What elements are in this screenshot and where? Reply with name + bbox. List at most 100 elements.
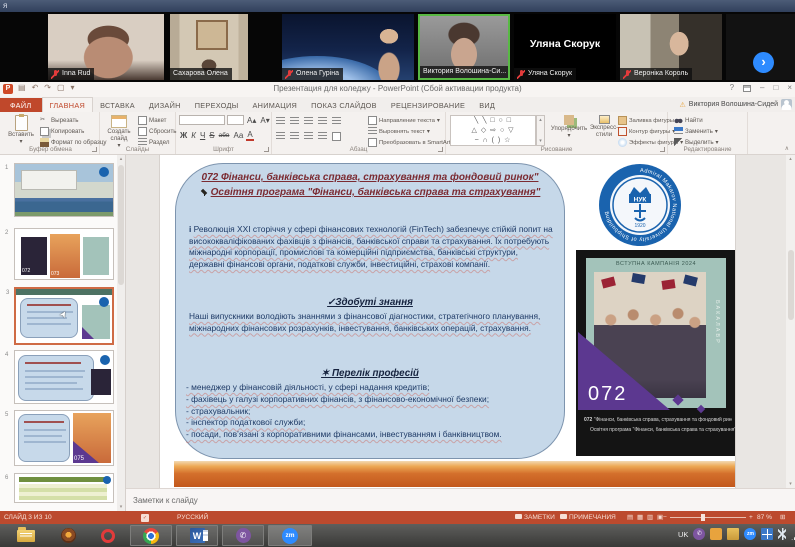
slide-thumbnail-4[interactable]: 4	[14, 350, 114, 404]
strikethrough-button[interactable]: S	[208, 131, 215, 140]
tab-insert[interactable]: ВСТАВКА	[93, 98, 142, 112]
font-color-button[interactable]: А	[246, 130, 253, 141]
ribbon-display-options-button[interactable]	[743, 85, 751, 92]
network-signal-icon[interactable]	[791, 528, 795, 540]
shrink-font-button[interactable]: А▾	[259, 116, 270, 125]
quick-styles-button[interactable]: Экспресс-стили	[588, 115, 620, 138]
language-indicator[interactable]: UK	[678, 530, 688, 539]
thumbnail-scrollbar[interactable]: ▴ ▾	[117, 155, 125, 511]
scroll-up-icon[interactable]: ▴	[117, 156, 125, 162]
reset-button[interactable]: Сбросить	[138, 127, 177, 136]
spell-check-icon[interactable]: ✓	[141, 514, 149, 522]
align-left-button[interactable]	[276, 132, 285, 141]
notes-pane[interactable]: Заметки к слайду	[126, 488, 795, 511]
align-text-button[interactable]: Выровнять текст▾	[368, 127, 430, 136]
next-participants-button[interactable]: ›	[753, 52, 774, 73]
dialog-launcher-icon[interactable]	[438, 147, 443, 152]
scrollbar-thumb[interactable]	[118, 165, 124, 285]
copy-button[interactable]: Копировать	[40, 127, 84, 136]
tab-animations[interactable]: АНИМАЦИЯ	[245, 98, 304, 112]
slide-thumbnail-6[interactable]: 6	[14, 473, 114, 503]
arrange-button[interactable]: Упорядочить ▾	[550, 115, 588, 139]
numbering-button[interactable]	[290, 117, 299, 126]
participant-tile[interactable]: Inna Rud	[48, 14, 164, 80]
taskbar-explorer-button[interactable]	[6, 525, 46, 546]
text-direction-button[interactable]: Направление текста▾	[368, 116, 440, 125]
font-name-input[interactable]	[179, 115, 225, 125]
tray-viber-icon[interactable]: ✆	[693, 528, 705, 540]
cut-button[interactable]: ✂Вырезать	[40, 116, 79, 125]
shapes-gallery[interactable]: ╲ ╲ □ ○ □ △ ◇ ⇨ ○ ▽ ~ ∩ ( ) ☆	[450, 115, 536, 146]
bold-button[interactable]: Ж	[179, 131, 188, 140]
dialog-launcher-icon[interactable]	[660, 147, 665, 152]
dialog-launcher-icon[interactable]	[264, 147, 269, 152]
main-vertical-scrollbar[interactable]: ▴ ▾	[786, 155, 795, 488]
abc-strike-button[interactable]: абв	[218, 132, 231, 139]
notes-toggle-button[interactable]: ЗАМЕТКИ	[515, 511, 555, 524]
bluetooth-icon[interactable]	[778, 528, 786, 540]
scroll-down-icon[interactable]: ▾	[117, 504, 125, 510]
grow-font-button[interactable]: А▴	[246, 116, 257, 125]
paste-button[interactable]: Вставить ▾	[6, 115, 36, 145]
view-reading-button[interactable]: ▥	[647, 511, 653, 524]
taskbar-image-viewer-button[interactable]	[50, 525, 86, 546]
font-size-input[interactable]	[227, 115, 244, 125]
tray-folder-icon[interactable]	[727, 528, 739, 540]
view-slide-sorter-button[interactable]: ▦	[637, 511, 643, 524]
dialog-launcher-icon[interactable]	[92, 147, 97, 152]
find-button[interactable]: Найти	[674, 116, 703, 125]
zoom-out-button[interactable]: −	[663, 511, 667, 524]
align-right-button[interactable]	[304, 132, 313, 141]
tab-review[interactable]: РЕЦЕНЗИРОВАНИЕ	[384, 98, 472, 112]
zoom-slider-track[interactable]	[670, 517, 746, 518]
tab-home[interactable]: ГЛАВНАЯ	[42, 97, 94, 112]
tab-view[interactable]: ВИД	[472, 98, 502, 112]
slide-thumbnail-2[interactable]: 2 072 073	[14, 228, 114, 280]
taskbar-chrome-button[interactable]	[130, 525, 172, 546]
replace-button[interactable]: Заменить▾	[674, 127, 718, 136]
help-button[interactable]: ?	[730, 83, 734, 92]
tray-zoom-icon[interactable]: zm	[744, 528, 756, 540]
bullets-button[interactable]	[276, 117, 285, 126]
participant-tile[interactable]: Олена Гуріна	[282, 14, 414, 80]
taskbar-opera-button[interactable]	[90, 525, 126, 546]
underline-button[interactable]: Ч	[199, 131, 206, 140]
scroll-up-icon[interactable]: ▴	[786, 156, 795, 162]
layout-button[interactable]: Макет	[138, 116, 167, 125]
tab-transitions[interactable]: ПЕРЕХОДЫ	[188, 98, 246, 112]
tray-orange-icon[interactable]	[710, 528, 722, 540]
participant-tile[interactable]: Уляна Скорук Уляна Скорук	[514, 14, 616, 80]
tab-slideshow[interactable]: ПОКАЗ СЛАЙДОВ	[304, 98, 384, 112]
shapes-gallery-scroll[interactable]: ▴ ▾	[536, 115, 545, 146]
zoom-slider-thumb[interactable]	[701, 514, 705, 521]
new-slide-button[interactable]: Создать слайд ▾	[102, 115, 136, 149]
scroll-down-icon[interactable]: ▾	[786, 481, 795, 487]
participant-tile[interactable]: Вероніка Король	[620, 14, 722, 80]
participant-tile[interactable]: Сахарова Олена	[170, 14, 248, 80]
taskbar-viber-button[interactable]: ✆	[222, 525, 264, 546]
zoom-in-button[interactable]: +	[749, 511, 753, 524]
minimize-button[interactable]: –	[760, 83, 764, 92]
scrollbar-thumb[interactable]	[788, 250, 794, 320]
comments-toggle-button[interactable]: ПРИМЕЧАНИЯ	[560, 511, 616, 524]
line-spacing-button[interactable]	[332, 117, 341, 126]
decrease-indent-button[interactable]	[304, 117, 313, 126]
align-center-button[interactable]	[290, 132, 299, 141]
participant-tile-active-speaker[interactable]: Виктория Волошина-Си...	[418, 14, 510, 80]
italic-button[interactable]: К	[190, 131, 197, 140]
account-area[interactable]: ⚠ Виктория Волошина-Сидей	[680, 99, 793, 110]
slide-thumbnail-1[interactable]: 1	[14, 163, 114, 217]
increase-indent-button[interactable]	[318, 117, 327, 126]
columns-button[interactable]	[332, 132, 341, 141]
collapse-ribbon-button[interactable]: ∧	[785, 145, 789, 152]
tray-grid-icon[interactable]	[761, 528, 773, 540]
zoom-level[interactable]: 87 %	[757, 511, 772, 524]
maximize-button[interactable]: □	[773, 83, 778, 92]
justify-button[interactable]	[318, 132, 327, 141]
view-normal-button[interactable]: ▤	[627, 511, 633, 524]
tab-file[interactable]: ФАЙЛ	[0, 98, 42, 112]
change-case-button[interactable]: Аа	[232, 131, 244, 140]
slide-thumbnail-3-selected[interactable]: 3 ➤	[14, 287, 114, 345]
slide-thumbnail-5[interactable]: 5 075	[14, 410, 114, 466]
taskbar-zoom-button[interactable]: zm	[268, 525, 312, 546]
